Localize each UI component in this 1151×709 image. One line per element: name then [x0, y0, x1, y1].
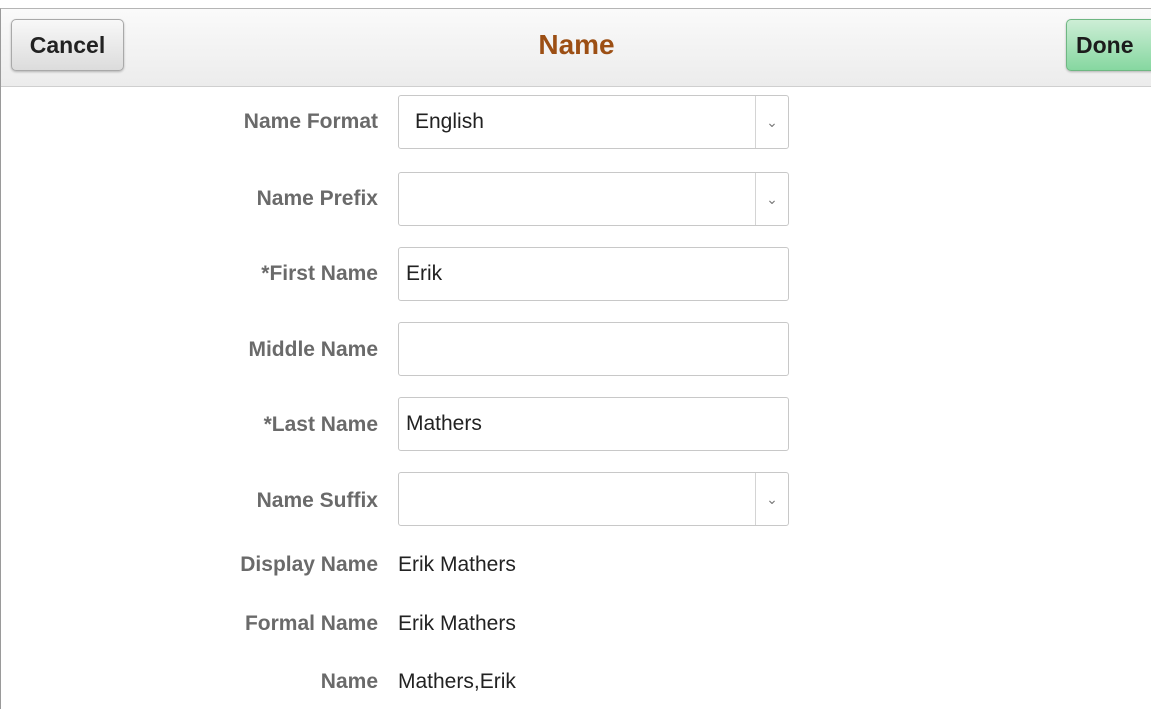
name-format-value: English — [415, 110, 484, 133]
formal-name-value: Erik Mathers — [398, 612, 516, 635]
name-format-label: Name Format — [243, 110, 378, 133]
chevron-down-icon[interactable]: ⌄ — [755, 173, 788, 225]
name-suffix-select[interactable]: ⌄ — [398, 472, 789, 526]
done-button[interactable]: Done — [1066, 19, 1151, 71]
formal-name-label: Formal Name — [244, 612, 378, 635]
last-name-input[interactable] — [398, 397, 789, 451]
first-name-input[interactable] — [398, 247, 789, 301]
page-title: Name — [538, 29, 615, 60]
chevron-down-icon[interactable]: ⌄ — [755, 96, 788, 148]
last-name-label: *Last Name — [263, 413, 378, 436]
name-label: Name — [320, 670, 378, 693]
header-bar: Cancel Name Done — [1, 9, 1151, 87]
middle-name-input[interactable] — [398, 322, 789, 376]
name-prefix-select[interactable]: ⌄ — [398, 172, 789, 226]
display-name-label: Display Name — [240, 553, 378, 576]
name-suffix-label: Name Suffix — [256, 489, 378, 512]
first-name-label: *First Name — [261, 262, 378, 285]
display-name-value: Erik Mathers — [398, 553, 516, 576]
name-prefix-label: Name Prefix — [256, 187, 378, 210]
name-format-select[interactable]: English ⌄ — [398, 95, 789, 149]
chevron-down-icon[interactable]: ⌄ — [755, 473, 788, 525]
middle-name-label: Middle Name — [248, 338, 378, 361]
name-value: Mathers,Erik — [398, 670, 516, 693]
